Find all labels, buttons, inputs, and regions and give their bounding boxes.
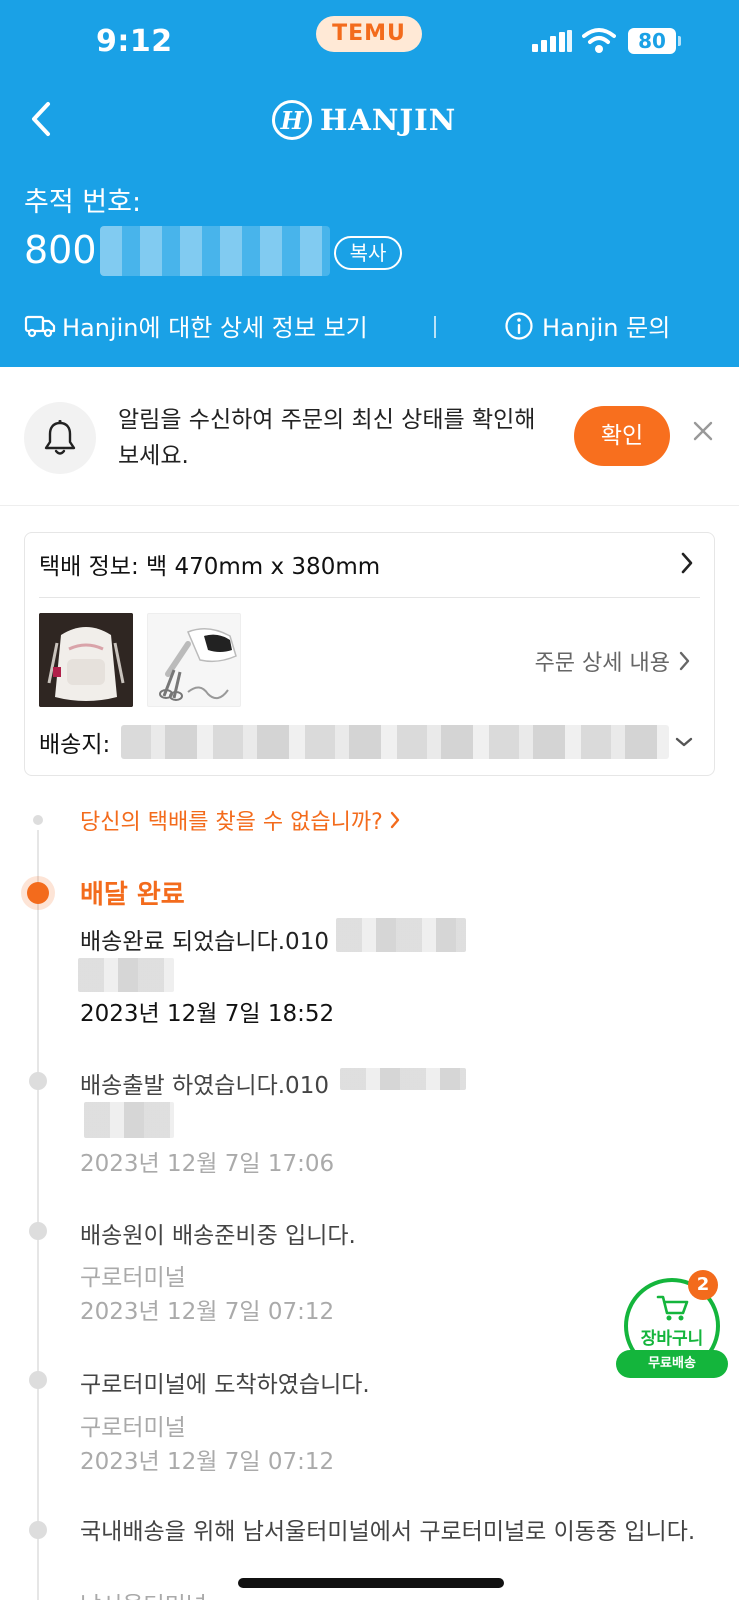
header-link-divider [434, 316, 436, 338]
chevron-right-icon [390, 811, 399, 829]
event-text: 배송완료 되었습니다.010 [80, 929, 329, 955]
order-details-label: 주문 상세 내용 [534, 651, 670, 676]
free-shipping-badge: 무료배송 [616, 1350, 728, 1378]
destination-address-redacted [121, 725, 669, 759]
product-thumbnail-mixer[interactable] [147, 613, 241, 707]
timeline-dot [29, 1072, 47, 1090]
carrier-inquiry-label: Hanjin 문의 [542, 314, 671, 342]
copy-tracking-button[interactable]: 복사 [334, 236, 402, 270]
timeline-dot [29, 1521, 47, 1539]
phone-redacted-line2 [78, 958, 174, 992]
tracking-label: 추적 번호: [24, 187, 142, 218]
hanjin-logo-mark-icon: H [272, 100, 312, 140]
event-title-delivered: 배달 완료 [80, 880, 185, 910]
enable-notifications-button[interactable]: 확인 [574, 406, 670, 466]
cart-label: 장바구니 [640, 1329, 704, 1349]
chevron-down-icon[interactable] [674, 735, 694, 749]
timeline-dot [29, 1222, 47, 1240]
event-location: 구로터미널 [80, 1265, 186, 1291]
event-location: 남서울터미널 [80, 1586, 207, 1600]
info-icon [505, 311, 533, 340]
chevron-right-icon[interactable] [680, 551, 694, 575]
tracking-number-redacted [100, 226, 330, 276]
backpack-image-icon [39, 613, 133, 707]
phone-redacted-line2 [84, 1102, 174, 1138]
phone-redacted [336, 918, 466, 952]
event-text: 배송출발 하였습니다.010 [80, 1073, 329, 1099]
notification-banner: 알림을 수신하여 주문의 최신 상태를 확인해 보세요. 확인 [0, 388, 739, 506]
package-info-label: 택배 정보: 백 470mm x 380mm [39, 554, 381, 580]
event-date: 2023년 12월 7일 07:12 [80, 1299, 335, 1325]
event-date: 2023년 12월 7일 18:52 [80, 1001, 335, 1027]
destination-label: 배송지: [39, 732, 111, 758]
back-arrow-icon[interactable] [26, 98, 58, 140]
event-text: 구로터미널에 도착하였습니다. [80, 1372, 370, 1398]
hanjin-logo-text: HANJIN [320, 103, 457, 137]
cart-count-badge: 2 [688, 1270, 718, 1300]
cart-icon [656, 1295, 689, 1321]
status-time: 9:12 [96, 24, 173, 59]
cart-floating-button[interactable]: 장바구니 2 무료배송 [616, 1270, 728, 1378]
chevron-right-icon [679, 651, 690, 671]
hanjin-logo: H HANJIN [272, 98, 456, 142]
carrier-details-link[interactable]: Hanjin에 대한 상세 정보 보기 [24, 308, 368, 343]
package-info-card: 택배 정보: 백 470mm x 380mm 주문 상세 내용 배송지: [24, 532, 715, 776]
event-date: 2023년 12월 7일 17:06 [80, 1151, 335, 1177]
event-text: 배송원이 배송준비중 입니다. [80, 1223, 356, 1249]
bell-icon [44, 420, 76, 455]
battery-indicator: 80 [628, 28, 681, 54]
home-indicator [238, 1578, 504, 1588]
truck-icon [24, 315, 56, 337]
product-thumbnail-backpack[interactable] [39, 613, 133, 707]
timeline-line [37, 830, 39, 1600]
event-text: 국내배송을 위해 남서울터미널에서 구로터미널로 이동중 입니다. [80, 1519, 696, 1545]
card-divider [39, 597, 700, 598]
wifi-icon [582, 28, 616, 53]
cellular-signal-icon [532, 30, 572, 52]
tracking-header: 9:12 TEMU 80 H HANJIN 추적 번호: 800 복사 Hanj… [0, 0, 739, 367]
hand-mixer-image-icon [148, 614, 240, 706]
notification-text: 알림을 수신하여 주문의 최신 상태를 확인해 보세요. [118, 407, 536, 469]
bell-icon-wrap [24, 402, 96, 474]
cant-find-package-label: 당신의 택배를 찾을 수 없습니까? [80, 810, 383, 835]
status-bar: 9:12 TEMU 80 [0, 0, 739, 80]
close-icon[interactable] [690, 418, 716, 444]
timeline-dot-active [27, 882, 49, 904]
order-details-link[interactable]: 주문 상세 내용 [535, 645, 692, 677]
timeline-dot [29, 1371, 47, 1389]
timeline-start-dot [33, 815, 43, 825]
event-date: 2023년 12월 7일 07:12 [80, 1449, 335, 1475]
event-location: 구로터미널 [80, 1415, 186, 1441]
carrier-details-label: Hanjin에 대한 상세 정보 보기 [62, 314, 368, 342]
carrier-inquiry-link[interactable]: Hanjin 문의 [504, 308, 670, 343]
phone-redacted [340, 1068, 466, 1090]
carrier-links: Hanjin에 대한 상세 정보 보기 Hanjin 문의 [0, 308, 739, 348]
cant-find-package-link[interactable]: 당신의 택배를 찾을 수 없습니까? [80, 804, 401, 836]
app-pill[interactable]: TEMU [316, 16, 422, 52]
tracking-number: 800 [24, 228, 97, 272]
